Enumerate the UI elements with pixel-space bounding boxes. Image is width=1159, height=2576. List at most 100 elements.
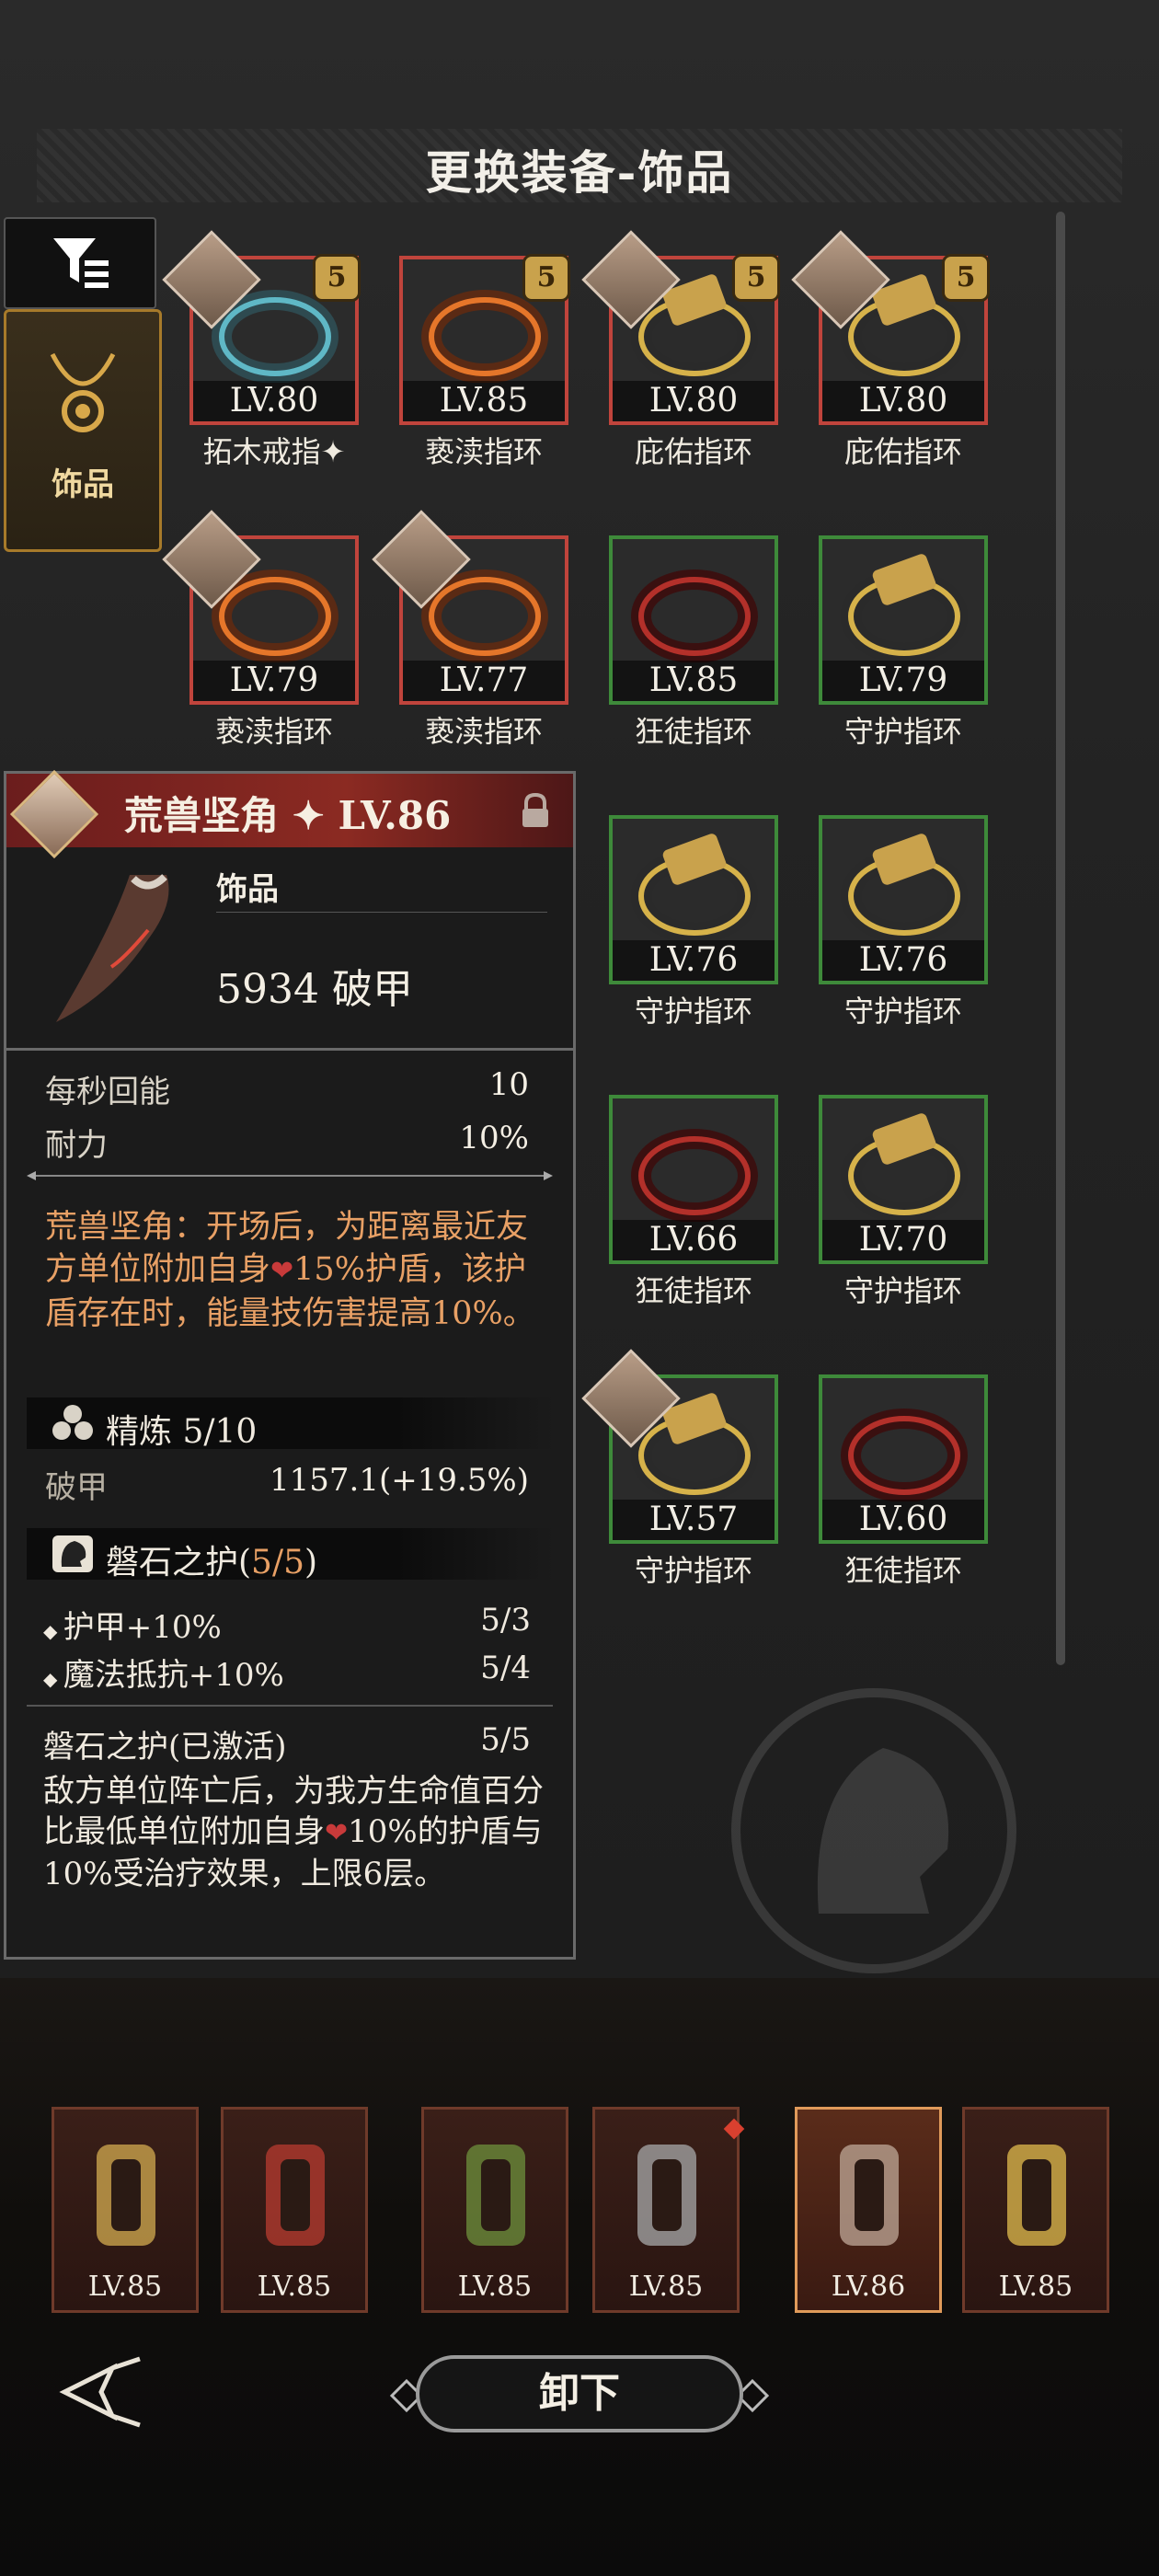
refine-badge: 5 [313, 254, 361, 302]
accessory-card[interactable]: LV.57 [581, 1349, 778, 1544]
item-name: 荒兽坚角 [124, 793, 280, 838]
card-name: 守护指环 [592, 1547, 795, 1590]
card-level: LV.79 [822, 661, 984, 701]
ring-icon [841, 1409, 968, 1501]
stat-label: 每秒回能 [45, 1074, 170, 1110]
accessory-card[interactable]: 5 LV.85 [399, 254, 570, 425]
set-bonus-value: 5/4 [480, 1650, 531, 1686]
filter-button[interactable] [4, 217, 156, 309]
set-section: 磐石之护(5/5) [27, 1528, 555, 1583]
scrollbar[interactable] [1056, 212, 1065, 1665]
card-name-text: 狂徒指环 [634, 1273, 752, 1308]
card-name-text: 守护指环 [843, 714, 962, 749]
accessory-card[interactable]: LV.66 [609, 1095, 778, 1264]
ring-icon [841, 554, 968, 662]
equipment-icon [637, 2145, 696, 2246]
accessory-card[interactable]: LV.76 [609, 815, 778, 984]
equipped-slot[interactable]: LV.85 [592, 2107, 740, 2313]
set-effect-description: 敌方单位阵亡后，为我方生命值百分比最低单位附加自身❤10%的护盾与10%受治疗效… [43, 1771, 558, 1894]
equipped-slot[interactable]: LV.86 [795, 2107, 942, 2313]
slot-level: LV.86 [831, 2271, 906, 2303]
ring-icon [841, 834, 968, 942]
accessory-card[interactable]: LV.77 [372, 510, 568, 705]
card-name-text: 守护指环 [843, 1273, 962, 1308]
card-name-text: 守护指环 [843, 994, 962, 1029]
card-name: 狂徒指环 [592, 1268, 795, 1310]
tab-accessory[interactable]: 饰品 [4, 309, 162, 552]
card-level: LV.85 [613, 661, 775, 701]
card-name: 狂徒指环 [592, 708, 795, 751]
equipped-slot[interactable]: LV.85 [52, 2107, 199, 2313]
accessory-card[interactable]: LV.60 [819, 1374, 988, 1544]
divider [6, 1048, 573, 1051]
filter-icon [53, 238, 109, 288]
card-level: LV.77 [403, 661, 565, 701]
stat-label: 耐力 [45, 1127, 108, 1164]
ornament-divider [27, 1171, 553, 1180]
slot-level: LV.85 [457, 2271, 533, 2303]
card-name-text: 守护指环 [634, 994, 752, 1029]
item-detail-panel: 荒兽坚角 ✦ LV.86 饰品 5934 破甲 每秒回能 10 耐力 10% 荒… [4, 769, 576, 1960]
card-name: 亵渎指环 [383, 429, 585, 471]
stat-value: 1157.1(+19.5%) [270, 1462, 529, 1499]
refine-label: 精炼 5/10 [106, 1413, 258, 1451]
unequip-button[interactable]: 卸下 [416, 2355, 743, 2432]
accessory-card[interactable]: LV.79 [819, 535, 988, 705]
set-bonus-row: ◆ 魔法抵抗+10% 5/4 [43, 1650, 531, 1695]
card-name-text: 拓木戒指 [202, 434, 321, 469]
slot-level: LV.85 [628, 2271, 704, 2303]
accessory-card[interactable]: LV.79 [162, 510, 359, 705]
card-name-text: 亵渎指环 [214, 714, 333, 749]
card-name-text: 狂徒指环 [634, 714, 752, 749]
accessory-card[interactable]: 5 LV.80 [791, 230, 990, 425]
card-level: LV.76 [613, 940, 775, 981]
card-name-text: 亵渎指环 [424, 434, 543, 469]
tab-accessory-label: 饰品 [52, 466, 114, 503]
equipped-slot[interactable]: LV.85 [421, 2107, 568, 2313]
ring-icon [631, 1129, 758, 1222]
refine-section: 精炼 5/10 [27, 1397, 555, 1451]
equipped-slot[interactable]: LV.85 [962, 2107, 1109, 2313]
set-name: 磐石之护( [106, 1544, 252, 1581]
item-skill-description: 荒兽坚角：开场后，为距离最近友方单位附加自身❤15%护盾，该护盾存在时，能量技伤… [45, 1206, 542, 1335]
card-level: LV.57 [613, 1500, 775, 1540]
refine-badge: 5 [522, 254, 570, 302]
refine-badge: 5 [942, 254, 990, 302]
stat-label: 破甲 [45, 1469, 108, 1506]
card-level: LV.76 [822, 940, 984, 981]
card-level: LV.85 [403, 381, 565, 421]
heart-shield-icon: ❤ [270, 1255, 294, 1287]
equipped-slot[interactable]: LV.85 [221, 2107, 368, 2313]
heart-shield-icon: ❤ [325, 1817, 349, 1849]
lock-icon[interactable] [518, 792, 553, 829]
accessory-card[interactable]: LV.85 [609, 535, 778, 705]
card-name: 守护指环 [802, 708, 1004, 751]
set-active-label: 磐石之护(已激活) [43, 1729, 287, 1765]
hero-avatar[interactable] [9, 769, 99, 859]
card-name-text: 守护指环 [634, 1553, 752, 1588]
equipment-icon [466, 2145, 525, 2246]
accessory-card[interactable]: 5 LV.80 [581, 230, 780, 425]
equipment-icon [266, 2145, 325, 2246]
item-level: LV.86 [338, 793, 452, 838]
set-bonus-label: 护甲+10% [63, 1609, 222, 1646]
card-name-text: 庇佑指环 [843, 434, 962, 469]
back-arrow-icon[interactable] [57, 2355, 149, 2429]
item-title: 荒兽坚角 ✦ LV.86 [124, 785, 451, 841]
set-bonus-label: 魔法抵抗+10% [63, 1657, 284, 1694]
accessory-card[interactable]: LV.70 [819, 1095, 988, 1264]
horn-icon [56, 874, 169, 1022]
card-level: LV.80 [613, 381, 775, 421]
card-name: 狂徒指环 [802, 1547, 1004, 1590]
set-title: 磐石之护(5/5) [106, 1535, 317, 1583]
accessory-card[interactable]: LV.76 [819, 815, 988, 984]
item-type: 饰品 [216, 871, 279, 908]
stat-value: 10 [488, 1066, 529, 1103]
stat-row: 耐力 10% [45, 1120, 529, 1165]
accessory-card[interactable]: 5 LV.80 [162, 230, 361, 425]
slot-level: LV.85 [87, 2271, 163, 2303]
set-active-row: 磐石之护(已激活) 5/5 [43, 1721, 531, 1766]
slot-level: LV.85 [998, 2271, 1073, 2303]
card-name-text: 狂徒指环 [843, 1553, 962, 1588]
refine-badge: 5 [732, 254, 780, 302]
